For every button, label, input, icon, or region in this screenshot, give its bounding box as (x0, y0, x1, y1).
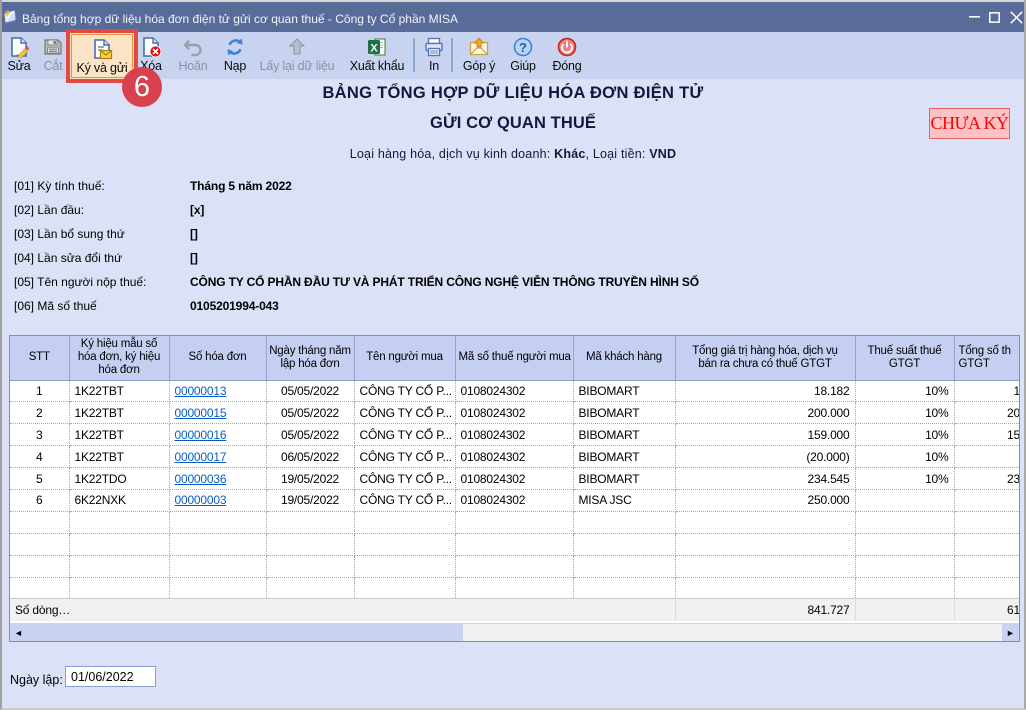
svg-text:?: ? (519, 40, 527, 55)
svg-text:X: X (370, 43, 378, 55)
